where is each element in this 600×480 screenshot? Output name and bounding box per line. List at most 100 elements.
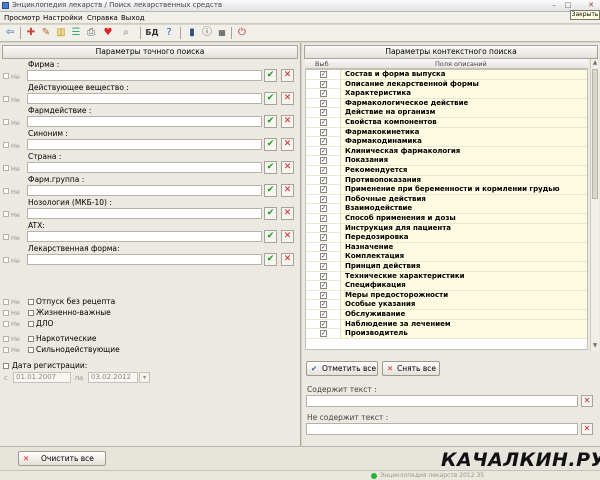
date-from-field[interactable]: 01.01.2007 <box>13 372 71 383</box>
ne-checkbox[interactable] <box>3 188 9 194</box>
ne-checkbox[interactable] <box>3 73 9 79</box>
minimize-icon[interactable]: – <box>548 1 560 10</box>
apply-check-icon[interactable]: ✔ <box>264 69 277 82</box>
stop-icon[interactable]: ⏻ <box>236 27 248 39</box>
row-checkbox[interactable]: ✓ <box>320 263 327 270</box>
ne-checkbox[interactable] <box>3 347 9 353</box>
grid-row[interactable]: ✓ Рекомендуется <box>306 166 587 176</box>
row-checkbox[interactable]: ✓ <box>320 282 327 290</box>
synonym-input[interactable] <box>27 139 262 150</box>
grid-row[interactable]: ✓ Свойства компонентов <box>306 118 587 128</box>
grid-row[interactable]: ✓ Особые указания <box>306 300 587 310</box>
database-button[interactable]: БД <box>145 27 159 39</box>
grid-row[interactable]: ✓ Инструкция для пациента <box>306 223 587 234</box>
row-checkbox[interactable]: ✓ <box>320 311 327 318</box>
ne-checkbox[interactable] <box>3 165 9 171</box>
edit-icon[interactable]: ✎ <box>40 27 52 39</box>
row-checkbox[interactable]: ✓ <box>320 147 327 155</box>
menu-help[interactable]: Справка <box>87 14 118 22</box>
calendar-dropdown-icon[interactable]: ▾ <box>139 372 150 383</box>
grid-row[interactable]: ✓ Наблюдение за лечением <box>306 319 587 330</box>
grid-row[interactable]: ✓ Фармакокинетика <box>306 127 587 138</box>
check-all-button[interactable]: ✔ Отметить все <box>306 361 378 376</box>
ne-checkbox[interactable] <box>3 211 9 217</box>
firm-input[interactable] <box>27 70 262 81</box>
apply-check-icon[interactable]: ✔ <box>264 207 277 220</box>
atc-input[interactable] <box>27 231 262 242</box>
pharm-group-input[interactable] <box>27 185 262 196</box>
clear-x-icon[interactable]: ✕ <box>281 207 294 220</box>
row-checkbox[interactable]: ✓ <box>320 90 327 98</box>
row-checkbox[interactable]: ✓ <box>320 234 327 242</box>
list-icon[interactable]: ☰ <box>70 27 82 39</box>
clear-contains-x-icon[interactable]: ✕ <box>581 395 593 407</box>
apply-check-icon[interactable]: ✔ <box>264 230 277 243</box>
not-contains-text-input[interactable] <box>306 423 578 435</box>
row-checkbox[interactable]: ✓ <box>320 99 327 107</box>
clear-x-icon[interactable]: ✕ <box>281 161 294 174</box>
row-checkbox[interactable]: ✓ <box>320 119 327 126</box>
grid-row[interactable]: ✓ Взаимодействие <box>306 204 587 214</box>
grid-row[interactable]: ✓ Меры предосторожности <box>306 290 587 301</box>
apply-check-icon[interactable]: ✔ <box>264 92 277 105</box>
clear-x-icon[interactable]: ✕ <box>281 92 294 105</box>
grid-row[interactable]: ✓ Производитель <box>306 329 587 339</box>
contains-text-input[interactable] <box>306 395 578 407</box>
row-checkbox[interactable]: ✓ <box>320 138 327 146</box>
row-checkbox[interactable]: ✓ <box>320 224 327 232</box>
row-checkbox[interactable]: ✓ <box>320 205 327 213</box>
row-checkbox[interactable]: ✓ <box>320 243 327 251</box>
maximize-icon[interactable]: □ <box>562 1 574 10</box>
ne-checkbox[interactable] <box>3 257 9 263</box>
ne-checkbox[interactable] <box>3 234 9 240</box>
menu-view[interactable]: Просмотр <box>4 14 40 22</box>
menu-exit[interactable]: Выход <box>121 14 145 22</box>
grid-row[interactable]: ✓ Показания <box>306 156 587 166</box>
row-checkbox[interactable]: ✓ <box>320 128 327 136</box>
dosage-form-input[interactable] <box>27 254 262 265</box>
apply-check-icon[interactable]: ✔ <box>264 115 277 128</box>
ne-checkbox[interactable] <box>3 310 9 316</box>
menu-settings[interactable]: Настройки <box>43 14 83 22</box>
row-checkbox[interactable]: ✓ <box>320 80 327 88</box>
clear-x-icon[interactable]: ✕ <box>281 69 294 82</box>
date-to-field[interactable]: 03.02.2012 <box>88 372 138 383</box>
row-checkbox[interactable]: ✓ <box>320 291 327 299</box>
vital-checkbox[interactable] <box>28 310 34 316</box>
nosology-input[interactable] <box>27 208 262 219</box>
grid-row[interactable]: ✓ Комплектация <box>306 252 587 262</box>
row-checkbox[interactable]: ✓ <box>320 272 327 280</box>
potent-checkbox[interactable] <box>28 347 34 353</box>
back-arrow-icon[interactable]: ⇦ <box>4 27 16 39</box>
narcotic-checkbox[interactable] <box>28 336 34 342</box>
clear-all-button[interactable]: ✕ Очистить все <box>18 451 106 466</box>
close-icon[interactable]: ✕ <box>585 1 597 10</box>
clear-not-contains-x-icon[interactable]: ✕ <box>581 423 593 435</box>
row-checkbox[interactable]: ✓ <box>320 330 327 338</box>
row-checkbox[interactable]: ✓ <box>320 195 327 203</box>
apply-check-icon[interactable]: ✔ <box>264 161 277 174</box>
book-icon[interactable]: ▮ <box>186 27 198 39</box>
clear-x-icon[interactable]: ✕ <box>281 184 294 197</box>
ne-checkbox[interactable] <box>3 96 9 102</box>
row-checkbox[interactable]: ✓ <box>320 167 327 174</box>
row-checkbox[interactable]: ✓ <box>320 157 327 165</box>
clear-x-icon[interactable]: ✕ <box>281 230 294 243</box>
favorites-heart-icon[interactable]: ♥ <box>102 27 114 39</box>
scroll-down-icon[interactable]: ▼ <box>591 342 599 350</box>
grid-row[interactable]: ✓ Способ применения и дозы <box>306 214 587 224</box>
apply-check-icon[interactable]: ✔ <box>264 138 277 151</box>
row-checkbox[interactable]: ✓ <box>320 215 327 222</box>
grid-row[interactable]: ✓ Технические характеристики <box>306 271 587 282</box>
ne-checkbox[interactable] <box>3 299 9 305</box>
country-input[interactable] <box>27 162 262 173</box>
grid-row[interactable]: ✓ Спецификация <box>306 281 587 291</box>
clear-x-icon[interactable]: ✕ <box>281 253 294 266</box>
ne-checkbox[interactable] <box>3 321 9 327</box>
help-icon[interactable]: ? <box>163 27 175 39</box>
active-substance-input[interactable] <box>27 93 262 104</box>
print-icon[interactable]: ⎙ <box>85 27 97 39</box>
otc-checkbox[interactable] <box>28 299 34 305</box>
grid-row[interactable]: ✓ Применение при беременности и кормлении… <box>306 185 587 195</box>
bookmark-icon[interactable]: ▥ <box>55 27 67 39</box>
